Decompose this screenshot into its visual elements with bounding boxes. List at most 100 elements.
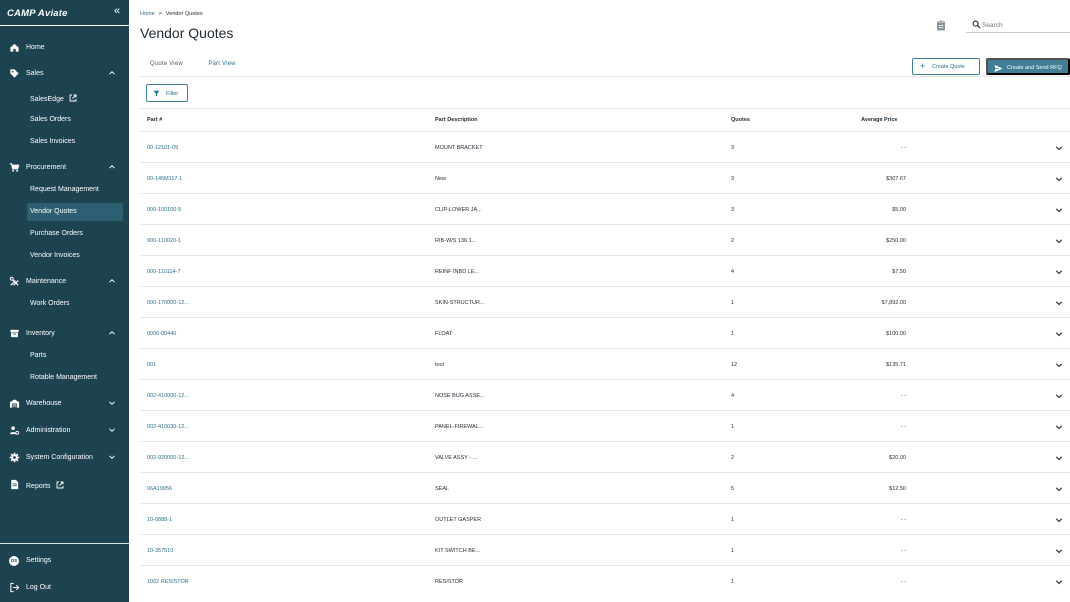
part-number-link[interactable]: 00-12101-09: [147, 145, 178, 151]
clipboard-icon[interactable]: [936, 20, 946, 31]
expand-chevron-icon[interactable]: [1055, 175, 1063, 183]
table-row[interactable]: 000-170000-12... SKIN-STRUCTUR... 1 $7,892.…: [140, 286, 1070, 317]
table-row[interactable]: 00-12101-09 MOUNT BRACKET 3 - -: [140, 131, 1070, 162]
expand-chevron-icon[interactable]: [1055, 516, 1063, 524]
part-number-link[interactable]: 002-410030-12...: [147, 424, 189, 430]
part-description: RESISTOR: [435, 579, 464, 585]
expand-chevron-icon[interactable]: [1055, 361, 1063, 369]
table-row[interactable]: 001 tool 12 $135.71: [140, 348, 1070, 379]
table-row[interactable]: 00-145M117-1 New 3 $307.67: [140, 162, 1070, 193]
tab-part-view[interactable]: Part View: [196, 61, 248, 77]
report-icon: [11, 479, 19, 490]
part-number-link[interactable]: 10-0888-1: [147, 517, 172, 523]
part-description: tool: [435, 362, 444, 368]
table-row[interactable]: 10-357510 KIT SWITCH BE... 1 - -: [140, 534, 1070, 565]
expand-chevron-icon[interactable]: [1055, 423, 1063, 431]
expand-chevron-icon[interactable]: [1055, 485, 1063, 493]
part-number-link[interactable]: 002-410000-12...: [147, 393, 189, 399]
table-row[interactable]: 000-110020-1 RIB-W/S 136.1... 2 $250.00: [140, 224, 1070, 255]
sidebar-item-maintenance[interactable]: Maintenance: [0, 272, 129, 292]
sidebar-item-inventory[interactable]: Inventory: [0, 324, 129, 344]
create-and-send-rfq-button[interactable]: Create and Send RFQ: [986, 58, 1070, 75]
logout-icon: [10, 582, 20, 593]
part-number-link[interactable]: 06A19956: [147, 486, 172, 492]
quote-count: 3: [731, 145, 735, 151]
sidebar-item-procurement[interactable]: Procurement: [0, 158, 129, 178]
table-row[interactable]: 1002 RESISTOR RESISTOR 1 - -: [140, 565, 1070, 596]
table-row[interactable]: 000-110114-7 REINF INBD LE... 4 $7.50: [140, 255, 1070, 286]
part-description: VALVE ASSY - ...: [435, 455, 478, 461]
part-number-link[interactable]: 00-145M117-1: [147, 176, 182, 182]
sidebar-item-warehouse[interactable]: Warehouse: [0, 394, 129, 414]
column-header-average-price[interactable]: Average Price: [861, 117, 898, 123]
part-number-link[interactable]: 002-920000-12...: [147, 455, 189, 461]
expand-chevron-icon[interactable]: [1055, 454, 1063, 462]
expand-chevron-icon[interactable]: [1055, 144, 1063, 152]
part-number-link[interactable]: 000-100100-5: [147, 207, 181, 213]
quote-count: 1: [731, 331, 735, 337]
sidebar-item-home[interactable]: Home: [0, 38, 129, 58]
sidebar-item-purchase-orders[interactable]: Purchase Orders: [27, 225, 123, 243]
breadcrumb: Home > Vendor Quotes: [140, 11, 203, 17]
search-input[interactable]: [982, 19, 1068, 31]
part-number-link[interactable]: 1002 RESISTOR: [147, 579, 189, 585]
chevron-down-icon: [109, 428, 115, 433]
part-number-link[interactable]: 000-170000-12...: [147, 300, 189, 306]
sidebar-item-request-management[interactable]: Request Management: [27, 181, 123, 199]
sidebar-item-label-wrap: Reports: [26, 481, 64, 490]
quote-count: 3: [731, 207, 735, 213]
filter-button[interactable]: Filter: [146, 84, 188, 102]
breadcrumb-current: Vendor Quotes: [165, 11, 203, 17]
column-header-quotes[interactable]: Quotes: [731, 117, 750, 123]
double-chevron-left-icon[interactable]: «: [114, 5, 120, 17]
breadcrumb-home-link[interactable]: Home: [140, 11, 155, 17]
expand-chevron-icon[interactable]: [1055, 206, 1063, 214]
sidebar-item-vendor-quotes[interactable]: Vendor Quotes: [27, 203, 123, 221]
part-number-link[interactable]: 000-110020-1: [147, 238, 181, 244]
sidebar-item-administration[interactable]: Administration: [0, 421, 129, 441]
column-header-part[interactable]: Part #: [147, 117, 162, 123]
column-header-description[interactable]: Part Description: [435, 117, 477, 123]
part-number-link[interactable]: 0006-00440: [147, 331, 176, 337]
part-number-link[interactable]: 000-110114-7: [147, 269, 180, 275]
sidebar-item-label: Procurement: [26, 164, 67, 171]
sidebar-subitem-label: Rotable Management: [30, 374, 97, 381]
table-row[interactable]: 002-410000-12... NOSE BUG ASSE... 4 - -: [140, 379, 1070, 410]
table-row[interactable]: 06A19956 SEAL 5 $12.50: [140, 472, 1070, 503]
expand-chevron-icon[interactable]: [1055, 299, 1063, 307]
part-description: REINF INBD LE...: [435, 269, 480, 275]
sidebar-item-system-configuration[interactable]: System Configuration: [0, 448, 129, 468]
sidebar-item-work-orders[interactable]: Work Orders: [27, 295, 123, 313]
sidebar-item-rotable-management[interactable]: Rotable Management: [27, 369, 123, 387]
sidebar-item-reports[interactable]: Reports: [0, 475, 129, 495]
part-number-link[interactable]: 10-357510: [147, 548, 173, 554]
expand-chevron-icon[interactable]: [1055, 330, 1063, 338]
sidebar-item-sales[interactable]: Sales: [0, 64, 129, 84]
expand-chevron-icon[interactable]: [1055, 237, 1063, 245]
sidebar-item-parts[interactable]: Parts: [27, 347, 123, 365]
table-row[interactable]: 000-100100-5 CLIP-LOWER JA... 3 $5.00: [140, 193, 1070, 224]
expand-chevron-icon[interactable]: [1055, 578, 1063, 586]
sidebar-item-salesedge[interactable]: SalesEdge: [27, 89, 123, 107]
quote-count: 1: [731, 548, 735, 554]
tab-quote-view[interactable]: Quote View: [150, 61, 183, 77]
sidebar-item-logout[interactable]: Log Out: [0, 578, 129, 598]
table-row[interactable]: 002-920000-12... VALVE ASSY - ... 2 $20.00: [140, 441, 1070, 472]
average-price: $7.50: [892, 269, 906, 275]
sidebar-item-settings[interactable]: Settings: [0, 551, 129, 571]
button-label: Create Quote: [932, 64, 966, 70]
expand-chevron-icon[interactable]: [1055, 268, 1063, 276]
table-row[interactable]: 10-0888-1 OUTLET GASPER 1 - -: [140, 503, 1070, 534]
sidebar-item-sales-orders[interactable]: Sales Orders: [27, 111, 123, 129]
sidebar-item-sales-invoices[interactable]: Sales Invoices: [27, 133, 123, 151]
average-price: $135.71: [886, 362, 906, 368]
table-row[interactable]: 0006-00440 FLOAT 1 $100.00: [140, 317, 1070, 348]
table-row[interactable]: 002-410030-12... PANEL-FIREWAL... 1 - -: [140, 410, 1070, 441]
sidebar-item-label: Warehouse: [26, 400, 62, 407]
expand-chevron-icon[interactable]: [1055, 547, 1063, 555]
sidebar-item-vendor-invoices[interactable]: Vendor Invoices: [27, 247, 123, 265]
expand-chevron-icon[interactable]: [1055, 392, 1063, 400]
part-number-link[interactable]: 001: [147, 362, 156, 368]
archive-icon: [10, 329, 19, 338]
create-quote-button[interactable]: + Create Quote: [912, 58, 980, 75]
